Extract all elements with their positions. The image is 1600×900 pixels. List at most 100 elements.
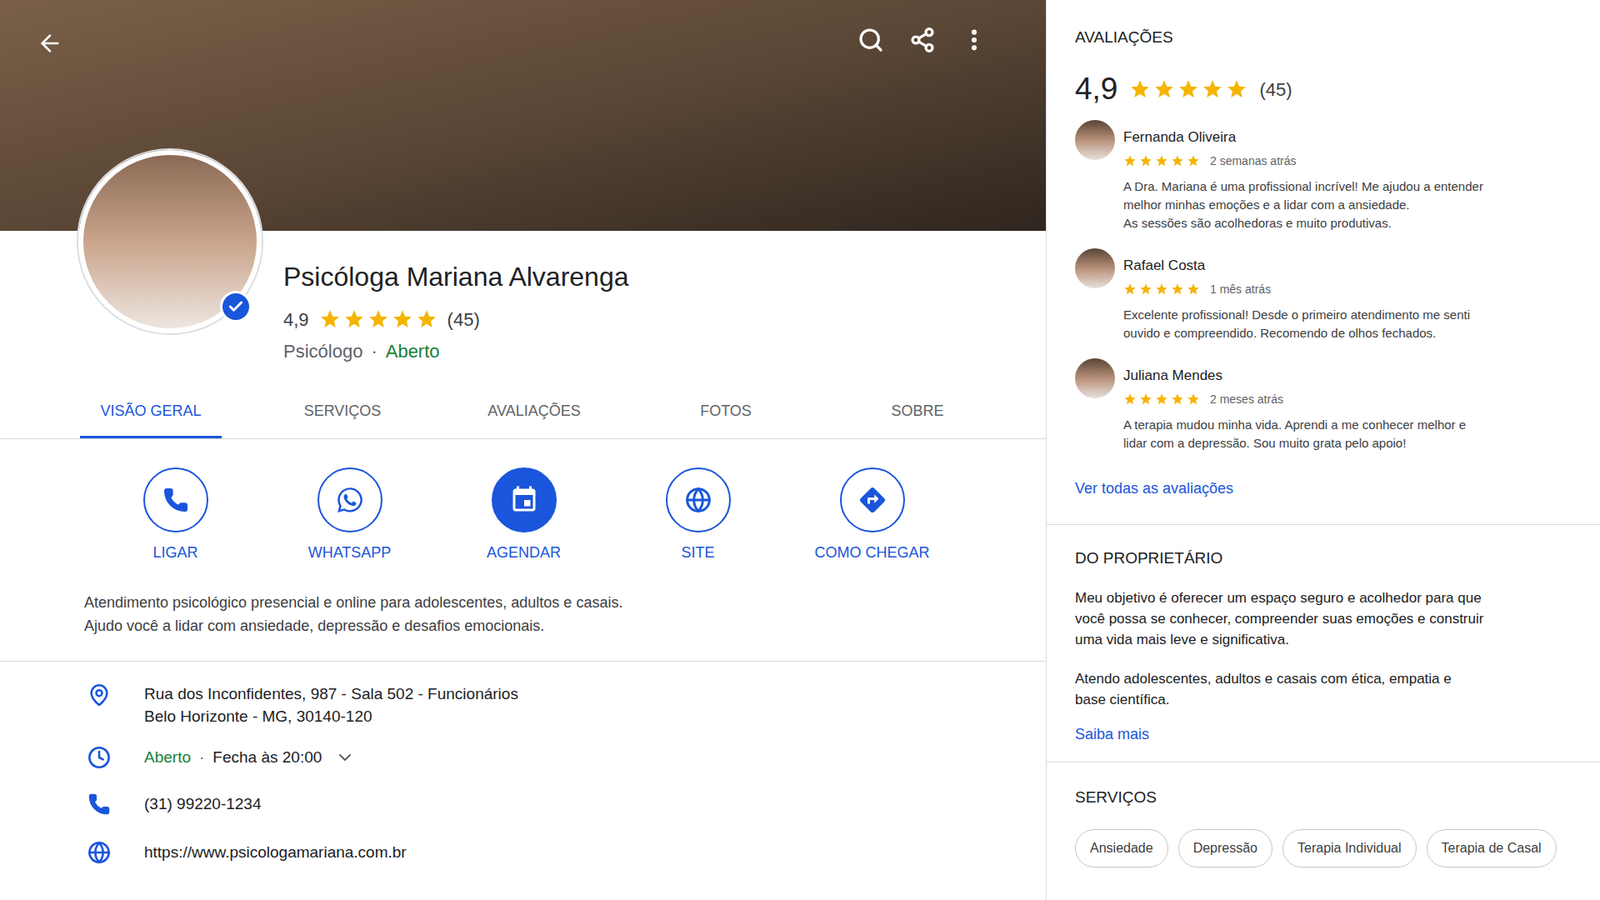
owner-section: DO PROPRIETÁRIOMeu objetivo é oferecer u… bbox=[1046, 525, 1600, 763]
action-button[interactable]: SITE bbox=[610, 467, 785, 562]
reviews-section: AVALIAÇÕES 4,9(45) Fernanda Oliveira 2 sema… bbox=[1046, 0, 1600, 525]
back-button[interactable] bbox=[33, 26, 67, 60]
hours: Aberto·Fecha às 20:00 bbox=[144, 745, 355, 770]
cover-toolbar bbox=[857, 26, 1013, 54]
action-button[interactable]: AGENDAR bbox=[436, 467, 611, 562]
star-icon bbox=[1139, 392, 1153, 406]
owner-text-line: Atendo adolescentes, adultos e casais co… bbox=[1075, 668, 1572, 690]
star-icon bbox=[1186, 154, 1200, 168]
action-label: COMO CHEGAR bbox=[814, 543, 930, 562]
share-button[interactable] bbox=[909, 26, 936, 54]
tab[interactable]: FOTOS bbox=[680, 391, 772, 439]
verified-badge bbox=[220, 290, 252, 323]
review-body: Fernanda Oliveira 2 semanas atrás A Dra. M… bbox=[1123, 128, 1484, 233]
action-button[interactable]: COMO CHEGAR bbox=[785, 467, 960, 562]
address-line: Belo Horizonte - MG, 30140-120 bbox=[144, 705, 519, 728]
category-row: Psicólogo·Aberto bbox=[283, 339, 1046, 365]
service-chip[interactable]: Depressão bbox=[1178, 829, 1273, 868]
more-button[interactable] bbox=[960, 26, 988, 54]
owner-text-line: uma vida mais leve e significativa. bbox=[1075, 629, 1572, 650]
cover-photo bbox=[0, 0, 1046, 231]
tab[interactable]: SOBRE bbox=[870, 391, 964, 439]
review-meta: 2 meses atrás bbox=[1123, 391, 1466, 407]
all-reviews-link[interactable]: Ver todas as avaliações bbox=[1075, 479, 1572, 498]
star-icon bbox=[1123, 154, 1137, 168]
star-icon bbox=[1201, 78, 1224, 100]
star-icon bbox=[319, 308, 341, 330]
tab[interactable]: AVALIAÇÕES bbox=[467, 391, 600, 439]
review-time: 2 meses atrás bbox=[1210, 390, 1284, 409]
review-body: Rafael Costa1 mês atrásExcelente profiss… bbox=[1123, 256, 1470, 343]
address: Rua dos Inconfidentes, 987 - Sala 502 - … bbox=[144, 682, 519, 728]
address-line: Rua dos Inconfidentes, 987 - Sala 502 - … bbox=[144, 682, 519, 705]
tab[interactable]: SERVIÇOS bbox=[284, 391, 402, 439]
service-chip[interactable]: Terapia de Casal bbox=[1426, 829, 1557, 868]
review-text-line: A Dra. Mariana é uma profissional incrív… bbox=[1123, 177, 1484, 196]
owner-text-line: você possa se conhecer, compreender suas… bbox=[1075, 608, 1572, 630]
reviews-heading: AVALIAÇÕES bbox=[1075, 27, 1572, 48]
service-chip[interactable]: Ansiedade bbox=[1075, 829, 1169, 868]
star-icon bbox=[1225, 78, 1248, 100]
reviews-count: (45) bbox=[1259, 75, 1292, 104]
review-text: A Dra. Mariana é uma profissional incrív… bbox=[1123, 177, 1484, 233]
star-icon bbox=[391, 308, 414, 330]
rating-stars bbox=[319, 308, 438, 330]
services-section: SERVIÇOSAnsiedadeDepressãoTerapia Indivi… bbox=[1046, 762, 1600, 868]
action-button[interactable]: LIGAR bbox=[88, 467, 263, 562]
reviewer-avatar bbox=[1075, 358, 1115, 399]
description: Atendimento psicológico presencial e onl… bbox=[0, 590, 1046, 662]
phone-number: (31) 99220-1234 bbox=[144, 792, 262, 816]
profile-avatar bbox=[78, 150, 262, 334]
review-text-line: Excelente profissional! Desde o primeiro… bbox=[1123, 305, 1470, 325]
directions-icon bbox=[857, 485, 888, 515]
open-status: Aberto bbox=[385, 339, 440, 365]
calendar-icon bbox=[509, 485, 540, 515]
star-icon bbox=[1177, 78, 1200, 100]
review: Rafael Costa1 mês atrásExcelente profiss… bbox=[1075, 256, 1572, 343]
review-count: (45) bbox=[447, 305, 480, 334]
star-icon bbox=[415, 308, 438, 330]
description-line: Atendimento psicológico presencial e onl… bbox=[84, 590, 1046, 615]
tab-cell: SERVIÇOS bbox=[246, 391, 439, 439]
expand-chevron-icon[interactable] bbox=[335, 747, 355, 768]
separator: · bbox=[370, 339, 377, 365]
info-list: Rua dos Inconfidentes, 987 - Sala 502 - … bbox=[0, 661, 1046, 865]
search-button[interactable] bbox=[857, 26, 885, 54]
phone-row[interactable]: (31) 99220-1234 bbox=[87, 792, 1046, 816]
star-icon bbox=[1170, 154, 1185, 168]
service-chips: AnsiedadeDepressãoTerapia IndividualTera… bbox=[1075, 829, 1572, 868]
review-time: 2 semanas atrás bbox=[1210, 152, 1297, 170]
review-text-line: As sessões são acolhedoras e muito produ… bbox=[1123, 214, 1484, 233]
description-line: Ajudo você a lidar com ansiedade, depres… bbox=[84, 614, 1046, 638]
action-circle bbox=[143, 467, 209, 533]
website-row[interactable]: https://www.psicologamariana.com.br bbox=[87, 840, 1046, 865]
action-circle bbox=[317, 467, 383, 533]
rating-row: 4,9(45) bbox=[283, 306, 1046, 332]
more-icon bbox=[960, 26, 988, 54]
learn-more-link[interactable]: Saiba mais bbox=[1075, 725, 1572, 744]
review-meta: 1 mês atrás bbox=[1123, 281, 1470, 297]
hours-row[interactable]: Aberto·Fecha às 20:00 bbox=[87, 745, 1046, 770]
action-button[interactable]: WHATSAPP bbox=[262, 467, 437, 562]
reviews-summary: 4,9(45) bbox=[1075, 70, 1572, 108]
service-chip[interactable]: Terapia Individual bbox=[1282, 829, 1417, 868]
review-stars bbox=[1123, 282, 1200, 296]
review-text: Excelente profissional! Desde o primeiro… bbox=[1123, 305, 1470, 343]
star-icon bbox=[1139, 154, 1153, 168]
hours-status: Aberto bbox=[144, 745, 191, 770]
star-icon bbox=[1123, 392, 1137, 406]
tab[interactable]: VISÃO GERAL bbox=[80, 391, 221, 439]
star-icon bbox=[1155, 282, 1169, 296]
action-label: LIGAR bbox=[152, 543, 198, 562]
star-icon bbox=[1186, 392, 1200, 406]
review-time: 1 mês atrás bbox=[1210, 280, 1271, 299]
address-row[interactable]: Rua dos Inconfidentes, 987 - Sala 502 - … bbox=[87, 682, 1046, 728]
review-text-line: lidar com a depressão. Sou muito grata p… bbox=[1123, 434, 1466, 453]
star-icon bbox=[1155, 392, 1169, 406]
tab-cell: AVALIAÇÕES bbox=[438, 391, 630, 439]
check-icon bbox=[227, 298, 245, 315]
reviewer-name: Fernanda Oliveira bbox=[1123, 128, 1484, 147]
star-icon bbox=[1186, 282, 1200, 296]
globe-icon bbox=[685, 486, 712, 514]
review-body: Juliana Mendes2 meses atrásA terapia mud… bbox=[1123, 366, 1466, 453]
